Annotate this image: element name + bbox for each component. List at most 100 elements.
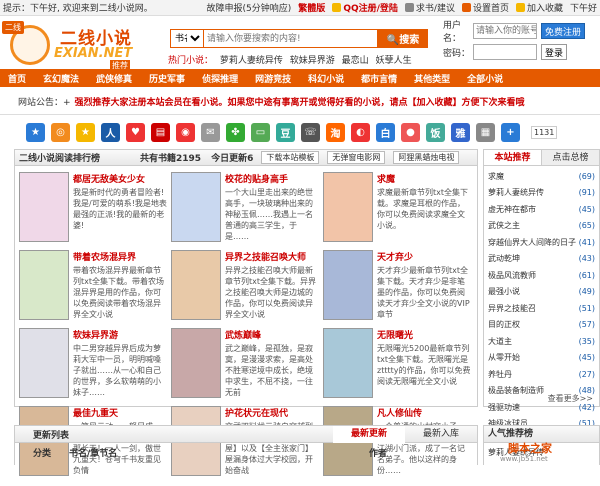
- list-item[interactable]: 异界之技能召 (51): [488, 300, 595, 317]
- douban-share-icon[interactable]: 豆: [276, 122, 295, 142]
- book-title[interactable]: 都居无敌美女少女: [73, 172, 167, 185]
- filter-tab[interactable]: 阿狸黑蜡烛电视: [393, 151, 460, 164]
- swirl-share-icon[interactable]: ◐: [351, 122, 370, 142]
- list-item[interactable]: 穿越仙界大人间降的日子 (41): [488, 234, 595, 251]
- book-card[interactable]: 都居无敌美女少女 我是新时代的勇者冒险者!我是/可爱的萌系!我是地表最强的正派!我…: [17, 170, 169, 248]
- nav-item-detective[interactable]: 侦探推理: [202, 72, 238, 85]
- list-item[interactable]: 萝莉人妻统异传 (91): [488, 185, 595, 202]
- tab-clicks[interactable]: 点击总榜: [542, 150, 599, 165]
- phone-share-icon[interactable]: ☏: [301, 122, 320, 142]
- book-cover[interactable]: [171, 328, 221, 398]
- login-button[interactable]: 登录: [541, 44, 568, 60]
- search-type-select[interactable]: 书名: [170, 29, 204, 48]
- book-card[interactable]: 武炼巅峰 武之巅峰，是孤独，是寂寞，是漫漫求索，是高处不胜寒逆境中成长，绝境中求生…: [169, 326, 321, 404]
- list-item[interactable]: 大道主 (35): [488, 333, 595, 350]
- bai-share-icon[interactable]: 白: [376, 122, 395, 142]
- list-item[interactable]: 求魔 (69): [488, 168, 595, 185]
- more-link[interactable]: 查看更多>>: [548, 393, 593, 404]
- list-item[interactable]: 从零开始 (45): [488, 350, 595, 367]
- book-cover[interactable]: [323, 172, 373, 242]
- book-share-icon[interactable]: ▤: [151, 122, 170, 142]
- book-title[interactable]: 异界之技能召唤大师: [225, 250, 319, 263]
- list-item[interactable]: 武侠之主 (65): [488, 218, 595, 235]
- set-homepage-link[interactable]: 设置首页: [461, 1, 509, 14]
- weibo-share-icon[interactable]: ◉: [176, 122, 195, 142]
- update-title: 更新列表: [33, 430, 70, 441]
- book-title[interactable]: 软妹异界游: [73, 328, 167, 341]
- book-cover[interactable]: [19, 250, 69, 320]
- nav-item-scifi[interactable]: 科幻小说: [308, 72, 344, 85]
- hot-link[interactable]: 最恋山: [342, 56, 369, 66]
- book-card[interactable]: 异界之技能召唤大师 异界之技能召唤大师最新章节列txt全集下载。异界之技能召唤大师…: [169, 248, 321, 326]
- nav-item-history[interactable]: 历史军事: [149, 72, 185, 85]
- book-card[interactable]: 无限曙光 无限曙光5200最新章节列txt全集下载。无限曙光是ztttty的作品，…: [321, 326, 473, 404]
- site-logo[interactable]: 二线 二线小说 EXIAN.NET 推荐: [2, 19, 132, 71]
- username-input[interactable]: [473, 23, 537, 39]
- star-share-icon[interactable]: ★: [26, 122, 45, 142]
- book-title[interactable]: 护花状元在现代: [225, 406, 319, 419]
- ya-share-icon[interactable]: 雅: [451, 122, 470, 142]
- nav-item-wuxia[interactable]: 武侠修真: [96, 72, 132, 85]
- favorite-link[interactable]: 加入收藏: [515, 1, 563, 14]
- nav-item-games[interactable]: 网游竞技: [255, 72, 291, 85]
- book-cover[interactable]: [19, 172, 69, 242]
- book-title[interactable]: 天才弃少: [377, 250, 471, 263]
- register-button[interactable]: 免费注册: [541, 23, 586, 39]
- message-share-icon[interactable]: ▭: [251, 122, 270, 142]
- book-title[interactable]: 武炼巅峰: [225, 328, 319, 341]
- nav-item-home[interactable]: 首页: [8, 72, 26, 85]
- book-card[interactable]: 校花的贴身高手 一个大山里走出来的绝世高手，一块玻璃种出来的神秘玉佩……我遇上一名…: [169, 170, 321, 248]
- nav-item-fantasy[interactable]: 玄幻魔法: [43, 72, 79, 85]
- book-title[interactable]: 校花的贴身高手: [225, 172, 319, 185]
- book-cover[interactable]: [19, 328, 69, 398]
- nav-item-all[interactable]: 全部小说: [467, 72, 503, 85]
- hot-link[interactable]: 软妹异界游: [290, 56, 335, 66]
- book-cover[interactable]: [171, 172, 221, 242]
- traditional-link[interactable]: 繁體版: [298, 1, 325, 14]
- chart-share-icon[interactable]: ▦: [476, 122, 495, 142]
- tab-recommend[interactable]: 本站推荐: [484, 150, 542, 165]
- taobao-share-icon[interactable]: 淘: [326, 122, 345, 142]
- book-card[interactable]: 软妹异界游 中二男穿越异界后成为萝莉大军中一员，明明喊嗓子就出……从一心和自己的世…: [17, 326, 169, 404]
- filter-tab[interactable]: 下载本站模板: [261, 151, 320, 164]
- password-input[interactable]: [473, 44, 537, 60]
- search-input[interactable]: [204, 29, 378, 48]
- book-title[interactable]: 无限曙光: [377, 328, 471, 341]
- book-title[interactable]: 最佳九重天: [73, 406, 167, 419]
- mail-share-icon[interactable]: ✉: [201, 122, 220, 142]
- qq-login-link[interactable]: QQ注册/登陆: [332, 1, 398, 14]
- filter-tab[interactable]: 无弹窗电影网: [327, 151, 386, 164]
- book-title[interactable]: 求魔: [377, 172, 471, 185]
- book-cover[interactable]: [323, 250, 373, 320]
- plus-share-icon[interactable]: +: [501, 122, 520, 142]
- tab-latest-added[interactable]: 最新入库: [405, 426, 477, 443]
- list-item[interactable]: 目的正权 (57): [488, 317, 595, 334]
- clover-share-icon[interactable]: ✤: [226, 122, 245, 142]
- book-title[interactable]: 凡人修仙传: [377, 406, 471, 419]
- book-cover[interactable]: [323, 328, 373, 398]
- circle-share-icon[interactable]: ●: [401, 122, 420, 142]
- list-item[interactable]: 极品风流教师 (61): [488, 267, 595, 284]
- list-item[interactable]: 最强小说 (49): [488, 284, 595, 301]
- book-title[interactable]: 带着农场混异界: [73, 250, 167, 263]
- book-card[interactable]: 带着农场混异界 带着农场混异界最新章节列txt全集下载。带着农场混异界是用的作品，…: [17, 248, 169, 326]
- book-cover[interactable]: [171, 250, 221, 320]
- nav-item-romance[interactable]: 都市言情: [361, 72, 397, 85]
- qzone-share-icon[interactable]: ★: [76, 122, 95, 142]
- list-item[interactable]: 养牡丹 (27): [488, 366, 595, 383]
- hot-link[interactable]: 妖孽人生: [376, 56, 412, 66]
- list-item[interactable]: 武动乾坤 (43): [488, 251, 595, 268]
- hot-link[interactable]: 萝莉人妻统异传: [220, 56, 283, 66]
- report-link[interactable]: 故障申报(5分钟响应): [207, 1, 292, 14]
- fan-share-icon[interactable]: 饭: [426, 122, 445, 142]
- love-share-icon[interactable]: ♥: [126, 122, 145, 142]
- book-card[interactable]: 天才弃少 天才弃少最新章节列txt全集下载。天才弃少是非笔墨的作品，你可以免费阅读…: [321, 248, 473, 326]
- nav-item-other[interactable]: 其他类型: [414, 72, 450, 85]
- book-card[interactable]: 求魔 求魔最新章节列txt全集下载。求魔是耳根的作品，你可以免费阅读求魔全文小说。: [321, 170, 473, 248]
- tab-latest-update[interactable]: 最新更新: [333, 425, 405, 443]
- list-item[interactable]: 虚无神在都市 (45): [488, 201, 595, 218]
- request-link[interactable]: 求书/建议: [404, 1, 455, 14]
- rss-share-icon[interactable]: ◎: [51, 122, 70, 142]
- renren-share-icon[interactable]: 人: [101, 122, 120, 142]
- search-button[interactable]: 🔍搜索: [378, 29, 428, 48]
